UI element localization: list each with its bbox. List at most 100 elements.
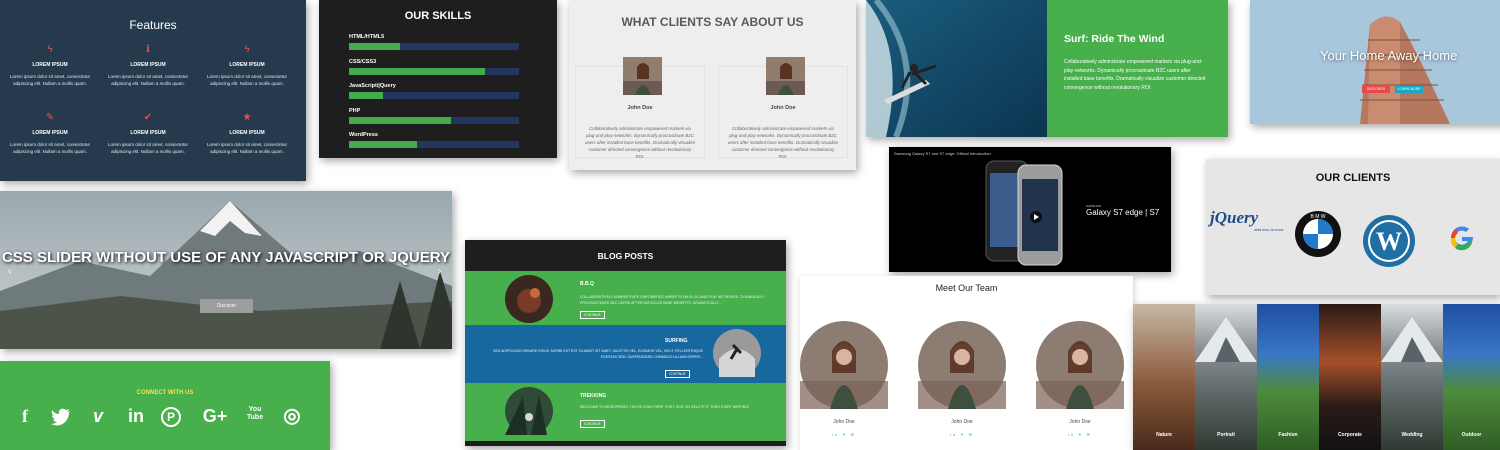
vimeo-icon[interactable]: v xyxy=(86,406,110,427)
skill-fill xyxy=(349,92,383,99)
surf-card: Surf: Ride The Wind Collaboratively admi… xyxy=(866,0,1228,137)
feature-heading: LOREM IPSUM xyxy=(32,130,68,136)
feature-item: ℹ LOREM IPSUM Lorem ipsum dolor sit amet… xyxy=(103,44,193,87)
feature-text: Lorem ipsum dolor sit amet, consectetur … xyxy=(107,74,189,86)
surf-heading: Surf: Ride The Wind xyxy=(1064,33,1165,45)
team-title: Meet Our Team xyxy=(935,283,998,293)
team-member-photo xyxy=(1036,321,1124,409)
pinterest-icon[interactable]: P xyxy=(161,407,181,427)
bmw-logo-text: B M W xyxy=(1311,214,1326,220)
gallery-panel-portrait[interactable]: Portrait xyxy=(1195,304,1257,450)
bolt-icon: ϟ xyxy=(244,44,250,55)
video-card: Samsung Galaxy S7 and S7 edge: Official … xyxy=(889,147,1171,272)
continue-button[interactable]: CONTINUE xyxy=(580,420,605,428)
team-member-social-icons[interactable]: in ✦ ✉ xyxy=(918,432,1006,437)
feature-text: Lorem ipsum dolor sit amet, consectetur … xyxy=(9,74,91,86)
team-member-social-icons[interactable]: in ✦ ✉ xyxy=(1036,432,1124,437)
video-caption: Galaxy S7 edge | S7 xyxy=(1086,208,1160,217)
check-icon: ✔ xyxy=(143,112,153,123)
skill-item: WordPress xyxy=(349,132,519,148)
bbq-image xyxy=(505,275,553,323)
team-member: John Doe in ✦ ✉ xyxy=(918,321,1006,437)
testimonial-name: John Doe xyxy=(770,105,796,111)
skill-name: JavaScript/jQuery xyxy=(349,83,396,89)
surf-text: Collaboratively administrate empowered m… xyxy=(1064,59,1206,91)
star-icon: ★ xyxy=(242,112,252,123)
feature-heading: LOREM IPSUM xyxy=(229,62,265,68)
gallery-label: Fashion xyxy=(1278,432,1298,438)
our-clients-title: OUR CLIENTS xyxy=(1315,172,1391,184)
gallery-panel-fashion[interactable]: Fashion xyxy=(1257,304,1319,450)
google-logo-icon[interactable]: G xyxy=(1447,223,1477,253)
gallery-panel-nature[interactable]: Nature xyxy=(1133,304,1195,450)
google-plus-icon[interactable]: G+ xyxy=(200,406,230,427)
testimonial-name: John Doe xyxy=(627,105,653,111)
skill-item: JavaScript/jQuery xyxy=(349,83,519,99)
avatar xyxy=(623,57,662,95)
team-member: John Doe in ✦ ✉ xyxy=(800,321,888,437)
team-member-name: John Doe xyxy=(833,419,855,425)
home-heading: Your Home Away Home xyxy=(1320,48,1458,63)
gallery-panel-outdoor[interactable]: Outdoor xyxy=(1443,304,1500,450)
linkedin-icon[interactable]: in xyxy=(124,406,148,427)
mountain-image xyxy=(1195,317,1257,362)
blog-post-text: SED ADIPISCING ORNARE RISUS. MORBI EST E… xyxy=(493,349,703,359)
continue-button[interactable]: CONTINUE xyxy=(580,311,605,319)
team-member-photo xyxy=(800,321,888,409)
skill-bar xyxy=(349,68,519,75)
skill-name: WordPress xyxy=(349,132,378,138)
features-card: Features ϟ LOREM IPSUM Lorem ipsum dolor… xyxy=(0,0,306,181)
avatar xyxy=(766,57,805,95)
team-member-social-icons[interactable]: in ✦ ✉ xyxy=(800,432,888,437)
video-title[interactable]: Samsung Galaxy S7 and S7 edge: Official … xyxy=(894,151,991,156)
wordpress-logo-text: W xyxy=(1376,227,1402,256)
feature-item: ϟ LOREM IPSUM Lorem ipsum dolor sit amet… xyxy=(5,44,95,87)
connect-title: CONNECT WITH US xyxy=(136,390,194,396)
twitter-icon[interactable] xyxy=(49,408,73,426)
slider-discover-button[interactable]: Discover xyxy=(200,299,253,313)
learn-more-button[interactable]: LEARN MORE xyxy=(1395,86,1423,93)
bolt-icon: ϟ xyxy=(47,44,53,55)
feature-item: ✎ LOREM IPSUM Lorem ipsum dolor sit amet… xyxy=(5,112,95,155)
discover-button[interactable]: DISCOVER xyxy=(1362,86,1390,93)
feature-item: ★ LOREM IPSUM Lorem ipsum dolor sit amet… xyxy=(202,112,292,155)
youtube-icon[interactable]: You Tube xyxy=(243,406,267,422)
feature-text: Lorem ipsum dolor sit amet, consectetur … xyxy=(107,142,189,154)
jquery-logo-text: jQuery xyxy=(1210,208,1259,227)
gallery-label: Corporate xyxy=(1338,432,1362,438)
skill-item: CSS/CSS3 xyxy=(349,59,519,75)
skill-item: PHP xyxy=(349,108,519,124)
team-member-photo xyxy=(918,321,1006,409)
skill-item: HTML/HTML5 xyxy=(349,34,519,50)
blog-posts-card: BLOG POSTS B.B.Q COLLABORATIVELY ADMINIS… xyxy=(465,240,786,446)
jquery-logo-icon[interactable]: jQuery write less, do more. xyxy=(1210,208,1296,232)
blog-post-heading: TREKKING xyxy=(580,393,607,399)
gallery-label: Nature xyxy=(1156,432,1172,438)
instagram-icon[interactable]: ◎ xyxy=(280,406,304,426)
slider-next-arrow[interactable]: › xyxy=(438,266,441,277)
feature-item: ✔ LOREM IPSUM Lorem ipsum dolor sit amet… xyxy=(103,112,193,155)
gallery-panel-corporate[interactable]: Corporate xyxy=(1319,304,1381,450)
wordpress-logo-icon[interactable]: W xyxy=(1362,214,1416,268)
our-clients-card: OUR CLIENTS jQuery write less, do more. … xyxy=(1206,159,1500,295)
home-hero-card: Your Home Away Home DISCOVER LEARN MORE xyxy=(1250,0,1500,124)
gallery-panel-wedding[interactable]: Wedding xyxy=(1381,304,1443,450)
blog-post: TREKKING WELCOME TO WORDPRESS. THIS IS Y… xyxy=(465,383,786,441)
skill-name: PHP xyxy=(349,108,361,114)
slider-heading: CSS SLIDER WITHOUT USE OF ANY JAVASCRIPT… xyxy=(1,249,451,266)
blog-title: BLOG POSTS xyxy=(597,251,654,261)
blog-post-text: WELCOME TO WORDPRESS. THIS IS YOUR FIRST… xyxy=(580,405,749,409)
feature-text: Lorem ipsum dolor sit amet, consectetur … xyxy=(9,142,91,154)
slider-prev-arrow[interactable]: ‹ xyxy=(8,266,11,277)
gallery-label: Wedding xyxy=(1401,432,1423,438)
facebook-icon[interactable]: f xyxy=(13,406,37,427)
skill-bar xyxy=(349,141,519,148)
continue-button[interactable]: CONTINUE xyxy=(665,370,690,378)
skills-card: OUR SKILLS HTML/HTML5 CSS/CSS3 JavaScrip… xyxy=(319,0,557,158)
skill-fill xyxy=(349,141,417,148)
feature-text: Lorem ipsum dolor sit amet, consectetur … xyxy=(206,74,288,86)
bmw-logo-icon[interactable]: B M W xyxy=(1294,210,1342,258)
team-card: Meet Our Team John Doe in ✦ ✉ John Doe i… xyxy=(800,276,1133,450)
gallery-label: Portrait xyxy=(1217,432,1235,438)
blog-post-text: COLLABORATIVELY ADMINISTRATE EMPOWERED M… xyxy=(580,295,765,305)
